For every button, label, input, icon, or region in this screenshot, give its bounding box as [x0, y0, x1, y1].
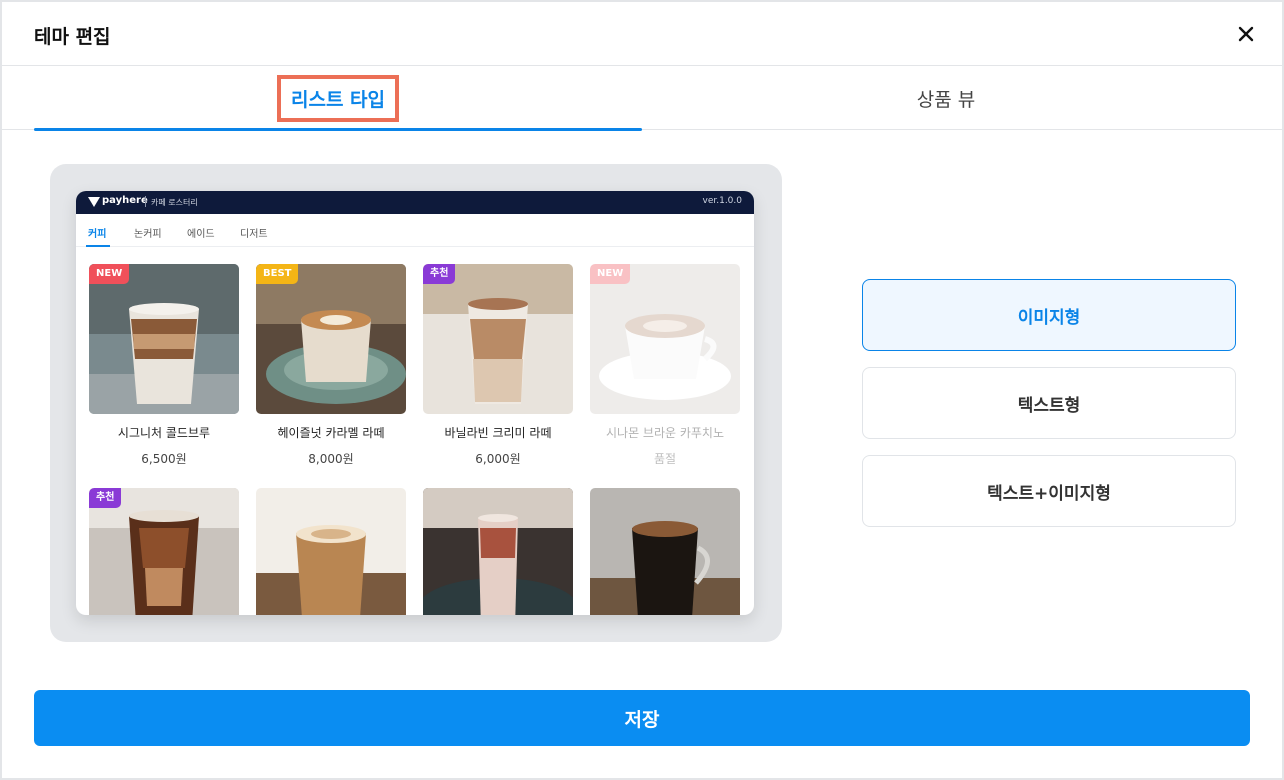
product-image: BEST: [256, 264, 406, 414]
product-name: 시그니처 콜드브루: [117, 426, 211, 440]
modal-header: 테마 편집: [2, 2, 1282, 66]
product-badge: BEST: [256, 264, 299, 284]
product-name: 바닐라빈 크리미 라떼: [444, 426, 552, 440]
category-tabs: 커피 논커피 에이드 디저트: [76, 214, 754, 247]
tab-list-type[interactable]: 리스트 타입: [34, 66, 642, 131]
category-tab-coffee[interactable]: 커피: [88, 225, 106, 240]
close-icon[interactable]: [1232, 20, 1260, 48]
option-text-type[interactable]: 텍스트형: [862, 367, 1236, 439]
product-image: 추천: [89, 488, 239, 615]
product-price: 6,000원: [475, 452, 521, 466]
version-label: ver.1.0.0: [702, 196, 743, 206]
category-tab-ade[interactable]: 에이드: [187, 225, 215, 240]
product-badge: NEW: [89, 264, 130, 284]
option-image-type[interactable]: 이미지형: [862, 279, 1236, 351]
preview-top-bar: payhere 카페 로스터리 ver.1.0.0: [76, 191, 754, 214]
product-image: [423, 488, 573, 615]
product-image: NEW: [89, 264, 239, 414]
product-badge: 추천: [423, 264, 456, 284]
divider: [145, 196, 146, 207]
product-image: [256, 488, 406, 615]
category-tab-non-coffee[interactable]: 논커피: [134, 225, 162, 240]
save-button[interactable]: 저장: [34, 690, 1250, 746]
product-image: 추천: [423, 264, 573, 414]
tab-bar: 리스트 타입 상품 뷰: [2, 66, 1282, 131]
product-price: 8,000원: [308, 452, 354, 466]
product-image: NEW: [590, 264, 740, 414]
tablet-screen: payhere 카페 로스터리 ver.1.0.0 커피 논커피 에이드 디저트: [76, 191, 754, 615]
active-tab-indicator: [34, 128, 642, 131]
sold-out-label: 품절: [653, 452, 677, 466]
modal-title: 테마 편집: [34, 26, 111, 48]
tab-list-type-label: 리스트 타입: [276, 74, 399, 122]
product-image: [590, 488, 740, 615]
product-badge: NEW: [590, 264, 631, 284]
product-price: 6,500원: [141, 452, 187, 466]
tab-product-view[interactable]: 상품 뷰: [642, 66, 1250, 130]
payhere-logo-icon: [88, 197, 100, 207]
store-name: 카페 로스터리: [151, 198, 198, 207]
tablet-preview-frame: payhere 카페 로스터리 ver.1.0.0 커피 논커피 에이드 디저트: [50, 164, 782, 642]
option-text-image-type[interactable]: 텍스트+이미지형: [862, 455, 1236, 527]
product-name: 헤이즐넛 카라멜 라떼: [277, 426, 385, 440]
product-name: 시나몬 브라운 카푸치노: [605, 426, 725, 440]
active-category-indicator: [86, 245, 110, 247]
theme-edit-modal: 테마 편집 리스트 타입 상품 뷰 payhere 카페 로스터리 ver.1.…: [0, 0, 1284, 780]
brand-name: payhere: [102, 195, 148, 206]
tab-product-view-label: 상품 뷰: [916, 88, 976, 111]
product-badge: 추천: [89, 488, 122, 508]
category-tab-dessert[interactable]: 디저트: [240, 225, 268, 240]
